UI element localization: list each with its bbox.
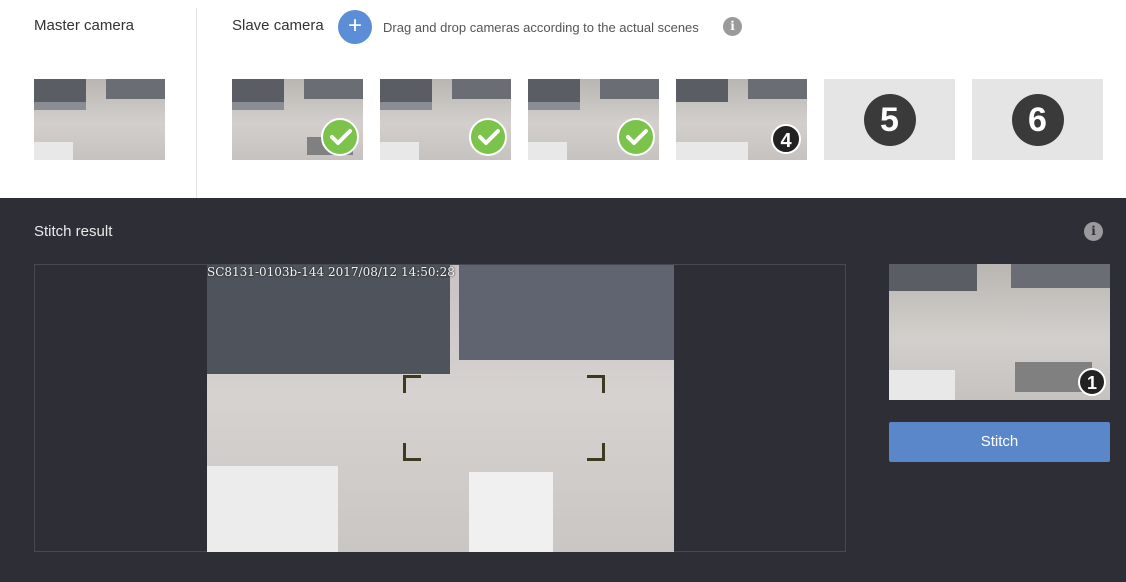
slave-camera-slot-1[interactable] [232,79,363,160]
camera-overlay-text: SC8131-0103b-144 2017/08/12 14:50:28 [207,265,455,279]
slave-camera-title: Slave camera [232,17,324,34]
slot-number-badge: 5 [863,93,916,146]
camera-image [34,79,165,160]
check-icon [469,118,507,156]
slot-number-badge: 4 [771,124,801,154]
master-camera-title: Master camera [34,17,135,34]
preview-number-badge: 1 [1078,368,1106,396]
slave-camera-slot-4[interactable]: 4 [676,79,807,160]
slave-camera-slot-5[interactable]: 5 [824,79,955,160]
section-divider [196,8,197,198]
stitched-image: SC8131-0103b-144 2017/08/12 14:50:28 [207,265,674,552]
stitch-button[interactable]: Stitch [889,422,1110,462]
slave-camera-slot-3[interactable] [528,79,659,160]
check-icon [321,118,359,156]
camera-selection-panel: Master camera Slave camera + Drag and dr… [0,0,1126,198]
slave-camera-slot-6[interactable]: 6 [972,79,1103,160]
drag-drop-hint: Drag and drop cameras according to the a… [383,20,699,35]
info-icon[interactable]: i [1084,222,1103,241]
stitch-preview-thumbnail[interactable]: 1 [889,264,1110,400]
slave-camera-slot-2[interactable] [380,79,511,160]
stitch-result-title: Stitch result [34,223,113,240]
camera-image [889,264,1110,400]
slot-number-badge: 6 [1011,93,1064,146]
check-icon [617,118,655,156]
master-camera-thumbnail[interactable] [34,79,165,160]
add-camera-button[interactable]: + [338,10,372,44]
stitch-result-frame: SC8131-0103b-144 2017/08/12 14:50:28 [34,264,846,552]
info-icon[interactable]: i [723,17,742,36]
stitch-result-panel: Stitch result i SC8131-0103b-144 2017/08… [0,198,1126,582]
